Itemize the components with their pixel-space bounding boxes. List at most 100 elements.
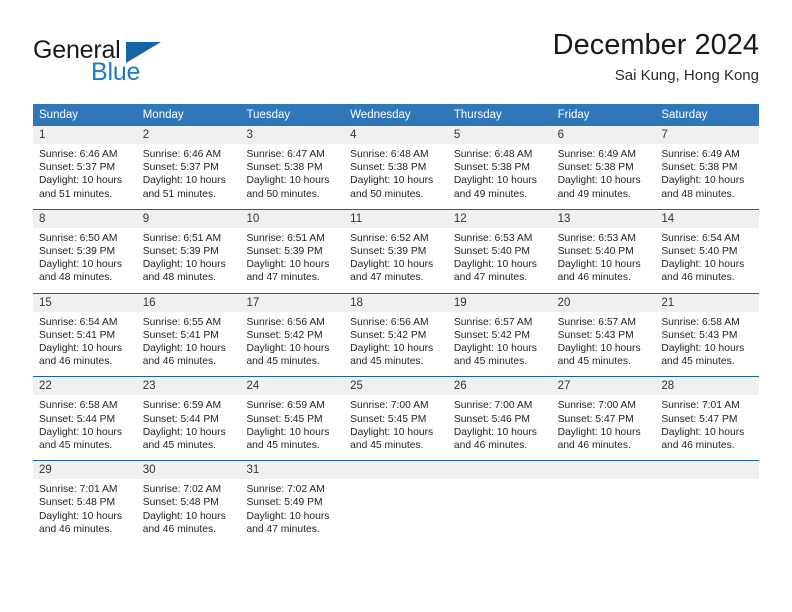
- day-cell[interactable]: 3 Sunrise: 6:47 AM Sunset: 5:38 PM Daylight…: [240, 126, 345, 209]
- day-cell[interactable]: 15 Sunrise: 6:54 AM Sunset: 5:41 PM Dayligh…: [33, 293, 137, 377]
- day-cell[interactable]: 27 Sunrise: 7:00 AM Sunset: 5:47 PM Dayligh…: [551, 377, 656, 461]
- day-cell[interactable]: 6 Sunrise: 6:49 AM Sunset: 5:38 PM Daylight…: [551, 126, 656, 209]
- day-cell[interactable]: 1 Sunrise: 6:46 AM Sunset: 5:37 PM Daylight…: [33, 126, 137, 209]
- day-cell[interactable]: 31 Sunrise: 7:02 AM Sunset: 5:49 PM Dayligh…: [240, 461, 345, 545]
- day-cell[interactable]: 25 Sunrise: 7:00 AM Sunset: 5:45 PM Dayligh…: [344, 377, 448, 461]
- calendar-week-row: 22 Sunrise: 6:58 AM Sunset: 5:44 PM Dayligh…: [33, 376, 760, 461]
- day-number: [447, 461, 552, 480]
- day-sunset-text: Sunset: 5:39 PM: [39, 246, 116, 258]
- day-daylight-line2-text: and 46 minutes.: [142, 356, 216, 368]
- day-sunset-text: Sunset: 5:40 PM: [557, 246, 634, 258]
- day-sunset-text: Sunset: 5:44 PM: [39, 413, 116, 425]
- day-sun-info: Sunrise: 6:57 AM Sunset: 5:42 PM Daylight:…: [448, 312, 552, 369]
- day-sunset-text: Sunset: 5:49 PM: [246, 497, 323, 509]
- day-sun-info: Sunrise: 6:55 AM Sunset: 5:41 PM Daylight:…: [137, 312, 241, 369]
- day-number: [344, 461, 448, 480]
- day-sunrise-text: Sunrise: 6:57 AM: [453, 316, 533, 328]
- day-sun-info: Sunrise: 6:58 AM Sunset: 5:43 PM Daylight:…: [655, 312, 759, 369]
- day-number: 25: [344, 377, 448, 396]
- day-sunrise-text: Sunrise: 6:56 AM: [350, 316, 429, 328]
- day-cell[interactable]: 22 Sunrise: 6:58 AM Sunset: 5:44 PM Dayligh…: [33, 377, 137, 461]
- day-sunset-text: Sunset: 5:40 PM: [661, 246, 738, 258]
- day-cell-empty: [655, 461, 760, 545]
- day-daylight-line1-text: Daylight: 10 hours: [453, 259, 537, 271]
- day-sun-info: Sunrise: 6:46 AM Sunset: 5:37 PM Daylight:…: [137, 144, 241, 201]
- day-daylight-line2-text: and 48 minutes.: [142, 272, 216, 284]
- calendar-weeks: 1 Sunrise: 6:46 AM Sunset: 5:37 PM Daylight…: [33, 126, 760, 545]
- day-cell[interactable]: 4 Sunrise: 6:48 AM Sunset: 5:38 PM Daylight…: [344, 126, 448, 209]
- day-daylight-line1-text: Daylight: 10 hours: [142, 510, 226, 522]
- day-sunrise-text: Sunrise: 6:46 AM: [39, 149, 118, 160]
- day-sunrise-text: Sunrise: 6:59 AM: [246, 400, 325, 412]
- day-number: 22: [33, 377, 137, 396]
- day-daylight-line1-text: Daylight: 10 hours: [246, 259, 330, 271]
- day-cell[interactable]: 19 Sunrise: 6:57 AM Sunset: 5:42 PM Dayligh…: [447, 293, 552, 377]
- day-sunset-text: Sunset: 5:39 PM: [350, 246, 427, 258]
- day-daylight-line2-text: and 48 minutes.: [39, 272, 113, 284]
- day-sun-info: Sunrise: 6:48 AM Sunset: 5:38 PM Daylight:…: [448, 144, 552, 201]
- day-sun-info: Sunrise: 7:02 AM Sunset: 5:49 PM Daylight:…: [240, 479, 344, 536]
- day-cell[interactable]: 28 Sunrise: 7:01 AM Sunset: 5:47 PM Dayligh…: [655, 377, 760, 461]
- day-daylight-line1-text: Daylight: 10 hours: [246, 343, 330, 355]
- day-sunrise-text: Sunrise: 6:46 AM: [142, 149, 222, 160]
- day-cell[interactable]: 26 Sunrise: 7:00 AM Sunset: 5:46 PM Dayligh…: [447, 377, 552, 461]
- day-cell[interactable]: 29 Sunrise: 7:01 AM Sunset: 5:48 PM Dayligh…: [33, 461, 137, 545]
- day-number: 16: [136, 293, 241, 312]
- day-cell[interactable]: 16 Sunrise: 6:55 AM Sunset: 5:41 PM Dayligh…: [136, 293, 241, 377]
- day-sunset-text: Sunset: 5:42 PM: [350, 329, 427, 341]
- day-sun-info: Sunrise: 7:00 AM Sunset: 5:46 PM Daylight:…: [448, 395, 552, 452]
- day-cell[interactable]: 5 Sunrise: 6:48 AM Sunset: 5:38 PM Daylight…: [447, 126, 552, 209]
- day-sun-info: Sunrise: 7:00 AM Sunset: 5:45 PM Daylight:…: [344, 395, 448, 452]
- day-sunset-text: Sunset: 5:39 PM: [142, 246, 219, 258]
- day-cell[interactable]: 2 Sunrise: 6:46 AM Sunset: 5:37 PM Daylight…: [136, 126, 241, 209]
- day-cell[interactable]: 20 Sunrise: 6:57 AM Sunset: 5:43 PM Dayligh…: [551, 293, 656, 377]
- day-number: 11: [344, 209, 448, 228]
- day-sunset-text: Sunset: 5:45 PM: [350, 413, 427, 425]
- day-sunset-text: Sunset: 5:37 PM: [142, 162, 219, 174]
- day-cell[interactable]: 8 Sunrise: 6:50 AM Sunset: 5:39 PM Daylight…: [33, 209, 137, 293]
- day-daylight-line1-text: Daylight: 10 hours: [39, 343, 122, 355]
- day-cell[interactable]: 10 Sunrise: 6:51 AM Sunset: 5:39 PM Dayligh…: [240, 209, 345, 293]
- calendar-week-row: 8 Sunrise: 6:50 AM Sunset: 5:39 PM Daylight…: [33, 208, 760, 293]
- day-number: 6: [551, 126, 656, 144]
- day-sunrise-text: Sunrise: 6:55 AM: [142, 316, 222, 328]
- day-daylight-line2-text: and 47 minutes.: [246, 523, 320, 535]
- day-number: 26: [447, 377, 552, 396]
- day-daylight-line1-text: Daylight: 10 hours: [142, 175, 226, 187]
- day-cell[interactable]: 14 Sunrise: 6:54 AM Sunset: 5:40 PM Dayligh…: [655, 209, 760, 293]
- day-cell[interactable]: 24 Sunrise: 6:59 AM Sunset: 5:45 PM Dayligh…: [240, 377, 345, 461]
- day-sun-info: Sunrise: 6:58 AM Sunset: 5:44 PM Daylight:…: [33, 395, 137, 452]
- day-sunset-text: Sunset: 5:48 PM: [39, 497, 116, 509]
- weekday-header-wednesday: Wednesday: [350, 109, 411, 121]
- general-blue-logo[interactable]: General Blue: [33, 36, 233, 90]
- day-cell[interactable]: 21 Sunrise: 6:58 AM Sunset: 5:43 PM Dayligh…: [655, 293, 760, 377]
- day-sunset-text: Sunset: 5:48 PM: [142, 497, 219, 509]
- day-daylight-line1-text: Daylight: 10 hours: [350, 343, 434, 355]
- day-cell[interactable]: 30 Sunrise: 7:02 AM Sunset: 5:48 PM Dayligh…: [136, 461, 241, 545]
- day-daylight-line2-text: and 45 minutes.: [246, 440, 320, 452]
- day-sunset-text: Sunset: 5:42 PM: [453, 329, 531, 341]
- day-sun-info: Sunrise: 6:49 AM Sunset: 5:38 PM Daylight:…: [552, 144, 656, 201]
- day-number: 28: [655, 377, 760, 396]
- day-cell[interactable]: 13 Sunrise: 6:53 AM Sunset: 5:40 PM Dayligh…: [551, 209, 656, 293]
- day-number: 8: [33, 209, 137, 228]
- calendar-page: General Blue December 2024 Sai Kung, Hon…: [0, 0, 792, 612]
- day-daylight-line1-text: Daylight: 10 hours: [557, 426, 641, 438]
- day-cell[interactable]: 17 Sunrise: 6:56 AM Sunset: 5:42 PM Dayligh…: [240, 293, 345, 377]
- day-sun-info: Sunrise: 7:02 AM Sunset: 5:48 PM Daylight:…: [137, 479, 241, 536]
- day-cell[interactable]: 12 Sunrise: 6:53 AM Sunset: 5:40 PM Dayligh…: [447, 209, 552, 293]
- day-cell[interactable]: 23 Sunrise: 6:59 AM Sunset: 5:44 PM Dayligh…: [136, 377, 241, 461]
- day-number: 27: [551, 377, 656, 396]
- day-cell[interactable]: 18 Sunrise: 6:56 AM Sunset: 5:42 PM Dayligh…: [344, 293, 448, 377]
- day-cell[interactable]: 9 Sunrise: 6:51 AM Sunset: 5:39 PM Daylight…: [136, 209, 241, 293]
- day-cell[interactable]: 7 Sunrise: 6:49 AM Sunset: 5:38 PM Daylight…: [655, 126, 760, 209]
- day-daylight-line1-text: Daylight: 10 hours: [142, 343, 226, 355]
- day-number: 10: [240, 209, 345, 228]
- day-number: 23: [136, 377, 241, 396]
- day-sun-info: Sunrise: 6:53 AM Sunset: 5:40 PM Daylight:…: [448, 228, 552, 285]
- day-cell[interactable]: 11 Sunrise: 6:52 AM Sunset: 5:39 PM Dayligh…: [344, 209, 448, 293]
- day-number: 17: [240, 293, 345, 312]
- day-daylight-line1-text: Daylight: 10 hours: [246, 510, 330, 522]
- day-sunrise-text: Sunrise: 7:00 AM: [350, 400, 429, 412]
- day-daylight-line2-text: and 45 minutes.: [39, 440, 113, 452]
